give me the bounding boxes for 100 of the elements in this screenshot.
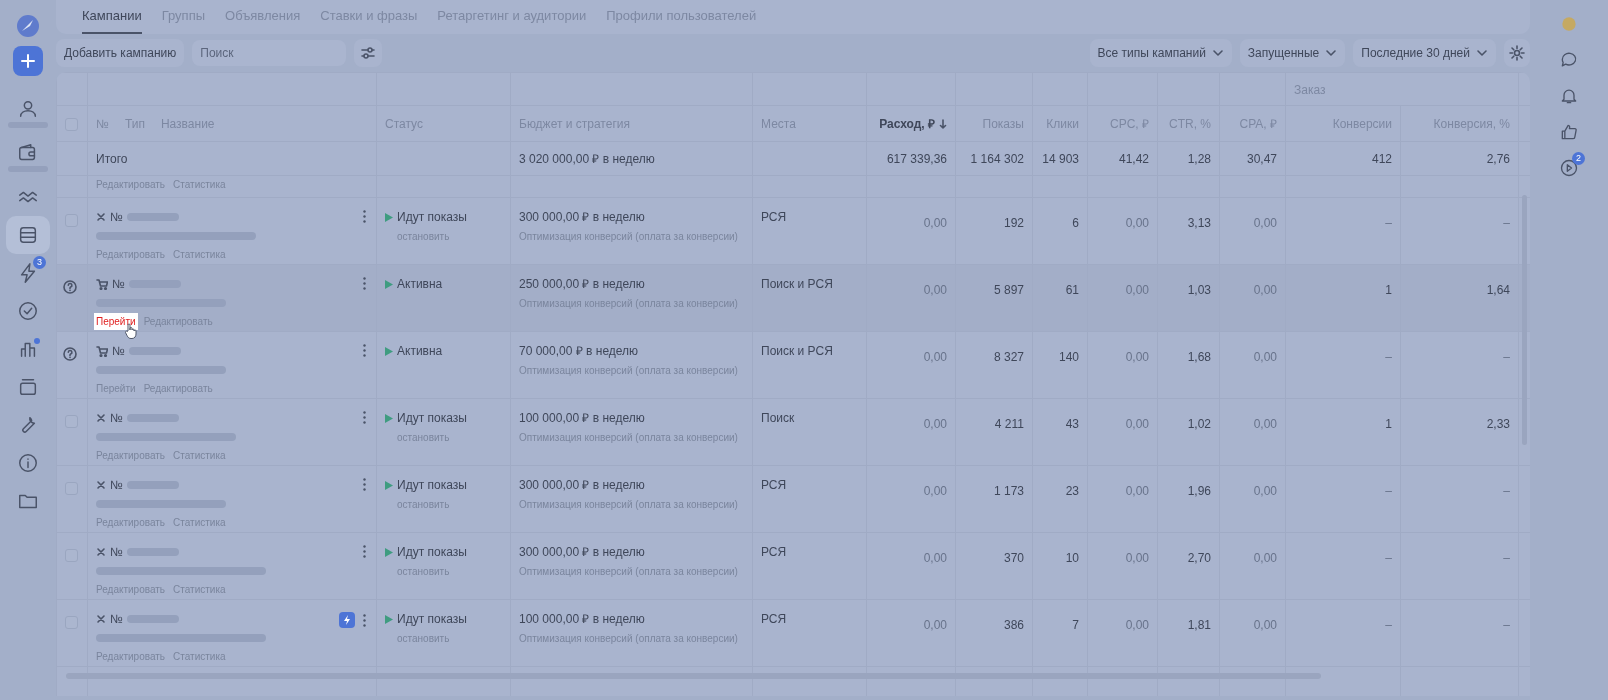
table-cell: 8 327: [955, 331, 1033, 399]
more-menu-icon[interactable]: [363, 210, 366, 223]
sidebar-item[interactable]: [6, 216, 50, 254]
more-menu-icon[interactable]: [363, 344, 366, 357]
table-cell: 0,00: [866, 264, 956, 332]
table-cell: 0,00: [1219, 599, 1286, 667]
number-label: №: [112, 343, 125, 360]
table-cell: 1,28: [1157, 141, 1220, 176]
logo-icon: [16, 14, 40, 38]
play-icon: [385, 346, 393, 356]
table-cell: 1,03: [1157, 264, 1220, 332]
table-cell: Поиск и РСЯ: [752, 331, 867, 399]
info-icon: [17, 452, 39, 474]
table-cell: 0,00: [1087, 532, 1158, 600]
table-cell: 0,00: [1087, 331, 1158, 399]
chevron-down-icon: [1476, 47, 1488, 59]
table-cell: 5 897: [955, 264, 1033, 332]
settings-icon: [1509, 45, 1525, 61]
table-cell: 412: [1285, 141, 1401, 176]
table-cell: Поиск и РСЯ: [752, 264, 867, 332]
budget-text: 250 000,00 ₽ в неделю: [519, 276, 646, 293]
table-cell: 1: [1285, 398, 1401, 466]
more-menu-icon[interactable]: [363, 613, 366, 627]
table-cell: –: [1285, 197, 1401, 265]
table-cell: –: [1285, 331, 1401, 399]
filter-dropdown[interactable]: Последние 30 дней: [1353, 39, 1496, 67]
budget-text: 100 000,00 ₽ в неделю: [519, 410, 646, 427]
table-icon: [17, 224, 39, 246]
budget-text: 100 000,00 ₽ в неделю: [519, 611, 646, 628]
table-cell: 2,33: [1400, 398, 1519, 466]
table-cell: 0,00: [1219, 398, 1286, 466]
table-cell: 43: [1032, 398, 1088, 466]
number-label: №: [110, 477, 123, 494]
sidebar-item[interactable]: 3: [6, 254, 50, 292]
budget-text: 70 000,00 ₽ в неделю: [519, 343, 640, 360]
table-cell: 1: [1285, 264, 1401, 332]
table-cell: 1 164 302: [955, 141, 1033, 176]
table-cell: РСЯ: [752, 197, 867, 265]
table-cell: 41,42: [1087, 141, 1158, 176]
status-text: Идут показы: [397, 209, 467, 226]
cross-arrows-icon: [96, 413, 106, 423]
table-cell: –: [1400, 599, 1519, 667]
status-text: Идут показы: [397, 410, 467, 427]
table-cell: 1,02: [1157, 398, 1220, 466]
play-icon: [385, 480, 393, 490]
table-cell: –: [1400, 465, 1519, 533]
table-cell: РСЯ: [752, 532, 867, 600]
table-cell: 0,00: [866, 599, 956, 667]
table-cell: –: [1400, 532, 1519, 600]
tab[interactable]: Кампании: [82, 0, 142, 34]
more-menu-icon[interactable]: [363, 411, 366, 424]
table-cell: 370: [955, 532, 1033, 600]
column-header[interactable]: №: [96, 114, 109, 133]
count-badge: 2: [1572, 152, 1585, 165]
play-icon: [385, 212, 393, 222]
more-menu-icon[interactable]: [363, 545, 366, 558]
settings-button[interactable]: [1504, 39, 1530, 67]
filter-dropdown[interactable]: Запущенные: [1239, 39, 1346, 67]
filter-button[interactable]: [354, 39, 383, 67]
sort-down-icon: [939, 118, 947, 129]
table-cell: 1,64: [1400, 264, 1519, 332]
table-cell: 140: [1032, 331, 1088, 399]
table-cell: 0,00: [1087, 398, 1158, 466]
search-field[interactable]: Поиск: [192, 40, 347, 66]
more-menu-icon[interactable]: [363, 277, 366, 290]
table-cell: 6: [1032, 197, 1088, 265]
table-cell: 7: [1032, 599, 1088, 667]
create-button[interactable]: [13, 46, 43, 76]
table-cell: 23: [1032, 465, 1088, 533]
table-cell: 4 211: [955, 398, 1033, 466]
table-cell: 0,00: [1219, 264, 1286, 332]
cart-icon: [96, 345, 108, 357]
cross-arrows-icon: [96, 614, 106, 624]
action-link[interactable]: Перейти: [94, 313, 138, 330]
table-cell: 1,96: [1157, 465, 1220, 533]
table-cell: 0,00: [1219, 331, 1286, 399]
table-cell: 14 903: [1032, 141, 1088, 176]
play-icon: [385, 279, 393, 289]
number-label: №: [110, 611, 123, 628]
table-cell: –: [1400, 331, 1519, 399]
avatar-icon: [1559, 14, 1579, 34]
table-cell: 0,00: [1087, 264, 1158, 332]
status-text: Активна: [397, 343, 443, 360]
filter-dropdown[interactable]: Все типы кампаний: [1089, 39, 1232, 67]
table-cell: 10: [1032, 532, 1088, 600]
table-cell: 0,00: [866, 197, 956, 265]
table-cell: 0,00: [1219, 197, 1286, 265]
stack-icon: [17, 376, 39, 398]
table-cell: –: [1285, 532, 1401, 600]
budget-text: 300 000,00 ₽ в неделю: [519, 544, 646, 561]
table-cell: РСЯ: [752, 465, 867, 533]
more-menu-icon[interactable]: [363, 478, 366, 491]
status-text: Идут показы: [397, 544, 467, 561]
table-cell: 1,68: [1157, 331, 1220, 399]
add-campaign-button[interactable]: Добавить кампанию: [56, 39, 185, 67]
cross-arrows-icon: [96, 480, 106, 490]
table-cell: –: [1285, 465, 1401, 533]
table-cell: 1,81: [1157, 599, 1220, 667]
rail-button[interactable]: 2: [1555, 154, 1583, 182]
plus-icon: [21, 54, 35, 68]
